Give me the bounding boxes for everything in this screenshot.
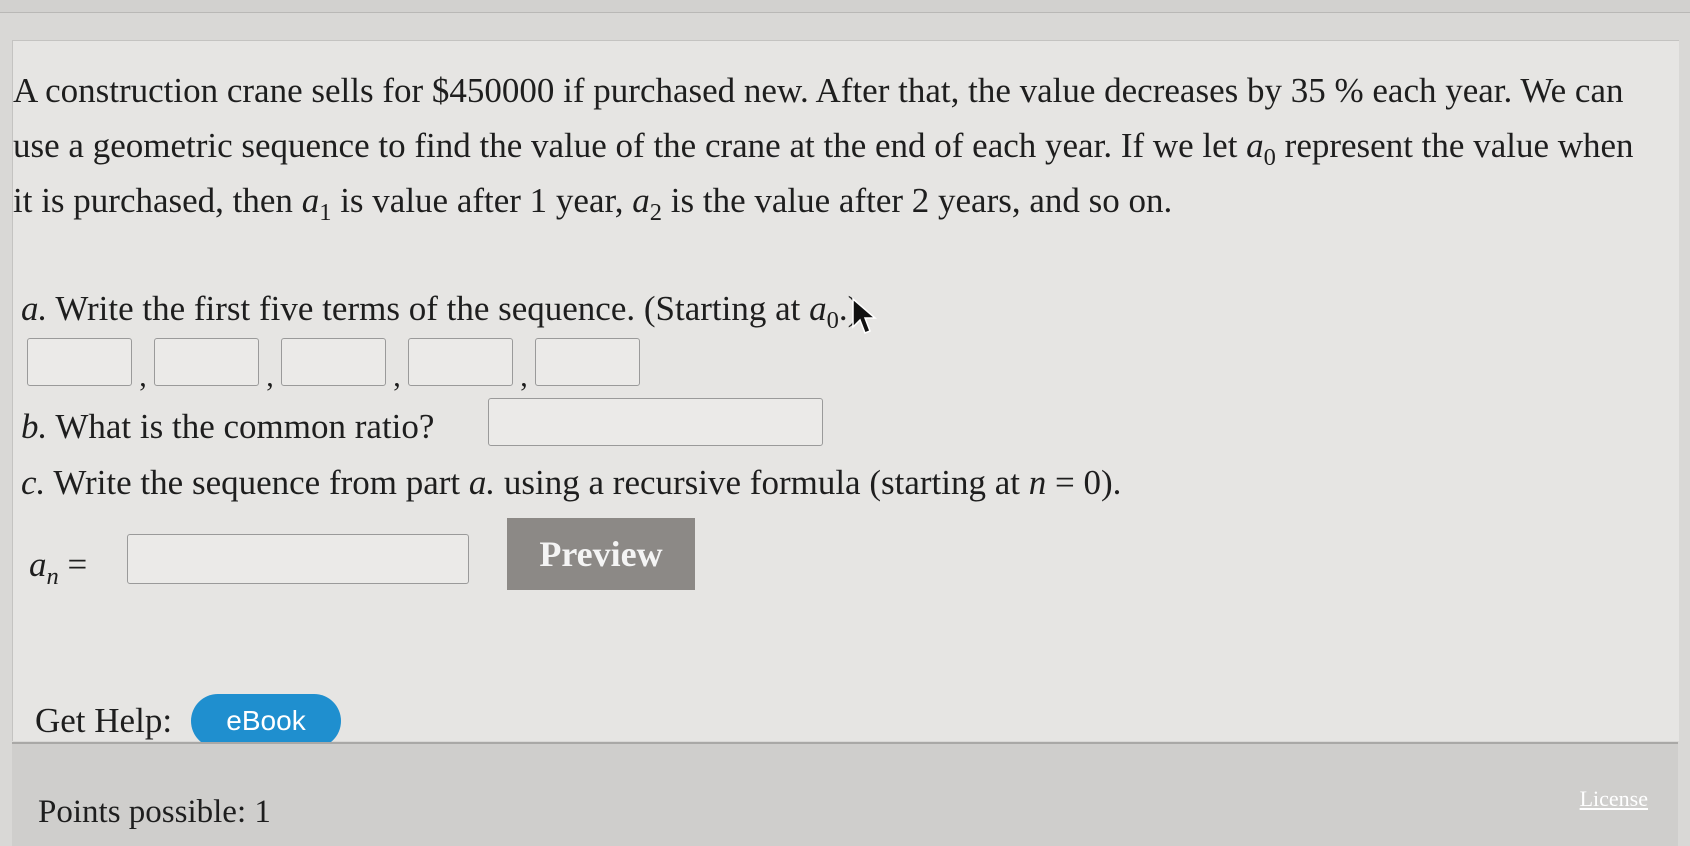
points-possible: Points possible: 1: [38, 794, 271, 830]
n-variable: n: [1028, 463, 1047, 502]
part-c-eq: = 0).: [1046, 463, 1122, 502]
term-input-5[interactable]: [535, 338, 640, 386]
recursive-formula-input[interactable]: [127, 534, 469, 584]
comma-separator: ,: [266, 360, 274, 393]
part-a-variable: a0: [809, 289, 839, 334]
term-input-4[interactable]: [408, 338, 513, 386]
part-b-prompt: b. What is the common ratio?: [21, 403, 434, 451]
term-input-3[interactable]: [281, 338, 386, 386]
a0-variable: a0: [1246, 126, 1276, 171]
prompt-text-4: is the value after 2 years, and so on.: [662, 181, 1173, 220]
part-a-text: Write the first five terms of the sequen…: [47, 289, 810, 328]
comma-separator: ,: [520, 360, 528, 393]
an-label: an =: [29, 545, 88, 590]
license-link[interactable]: License: [1580, 786, 1648, 812]
part-b-letter: b.: [21, 407, 48, 446]
part-c-prompt: c. Write the sequence from part a. using…: [21, 459, 1121, 507]
comma-separator: ,: [139, 360, 147, 393]
term-input-1[interactable]: [27, 338, 132, 386]
a2-variable: a2: [632, 181, 663, 226]
part-a-letter: a.: [21, 289, 48, 328]
part-c-letter: c.: [21, 463, 46, 502]
part-a-prompt: a. Write the first five terms of the seq…: [21, 285, 859, 333]
part-c-ref: a.: [468, 463, 496, 502]
preview-button[interactable]: Preview: [507, 518, 695, 590]
part-c-text-2: using a recursive formula (starting at: [495, 463, 1029, 502]
question-panel: A construction crane sells for $450000 i…: [12, 40, 1679, 748]
top-strip: [0, 0, 1690, 13]
part-b-text: What is the common ratio?: [47, 407, 435, 446]
common-ratio-input[interactable]: [488, 398, 823, 446]
get-help-label: Get Help:: [35, 701, 173, 740]
terms-input-row: , , , ,: [27, 338, 640, 392]
mouse-cursor-icon: [852, 297, 878, 334]
term-input-2[interactable]: [154, 338, 259, 386]
ebook-button[interactable]: eBook: [191, 694, 341, 748]
part-c-text-1: Write the sequence from part: [45, 463, 469, 502]
prompt-text-3: is value after 1 year,: [331, 181, 633, 220]
comma-separator: ,: [393, 360, 401, 393]
question-prompt: A construction crane sells for $450000 i…: [13, 63, 1653, 228]
footer-panel: Points possible: 1 License: [12, 742, 1678, 846]
a1-variable: a1: [301, 181, 332, 226]
